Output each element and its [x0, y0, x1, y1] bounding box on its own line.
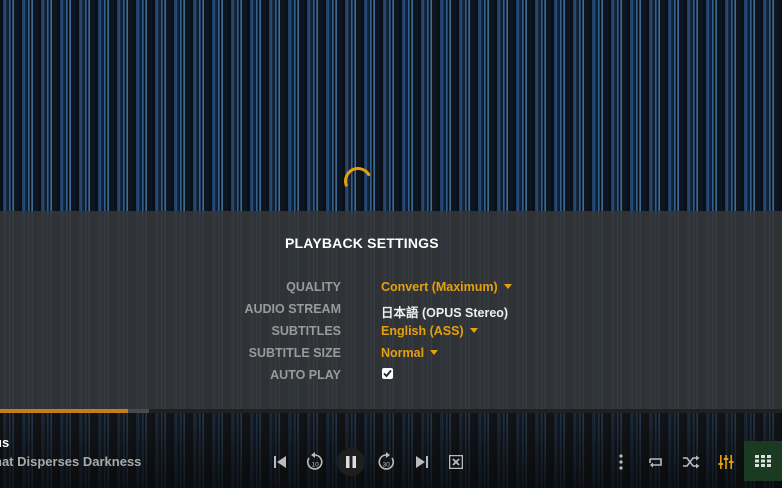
more-vertical-icon — [619, 454, 623, 470]
audio-stream-value[interactable]: 日本語 (OPUS Stereo) — [381, 302, 508, 321]
chevron-down-icon — [430, 350, 439, 355]
forward-30-button[interactable]: 30 — [374, 450, 398, 474]
subtitle-size-label: SUBTITLE SIZE — [248, 346, 341, 360]
replay-10-icon: 10 — [306, 452, 323, 470]
chevron-down-icon — [469, 328, 478, 333]
setting-row-audio-stream: AUDIO STREAM 日本語 (OPUS Stereo) — [0, 302, 782, 322]
checkmark-icon — [383, 369, 392, 378]
grid-view-button[interactable] — [744, 441, 782, 481]
pause-button[interactable] — [337, 448, 365, 476]
pause-icon — [346, 456, 356, 468]
media-subtitle[interactable]: hat Disperses Darkness — [0, 454, 141, 469]
repeat-button[interactable] — [644, 450, 668, 474]
grid-icon — [755, 455, 771, 467]
subtitles-dropdown[interactable]: English (ASS) — [381, 324, 478, 338]
rewind-10-button[interactable]: 10 — [303, 450, 327, 474]
more-options-button[interactable] — [609, 450, 633, 474]
auto-play-label: AUTO PLAY — [270, 368, 341, 382]
shuffle-icon — [683, 455, 700, 469]
auto-play-checkbox[interactable] — [382, 368, 393, 379]
stop-button[interactable] — [444, 450, 468, 474]
skip-previous-icon — [274, 456, 286, 468]
setting-row-auto-play: AUTO PLAY — [0, 368, 782, 388]
media-title[interactable]: us — [0, 435, 9, 450]
equalizer-icon — [718, 455, 734, 469]
audio-stream-label: AUDIO STREAM — [244, 302, 341, 316]
chevron-down-icon — [503, 284, 512, 289]
skip-next-icon — [416, 456, 428, 468]
repeat-icon — [649, 458, 662, 468]
playback-settings-title: PLAYBACK SETTINGS — [285, 235, 439, 251]
subtitles-label: SUBTITLES — [271, 324, 341, 338]
stop-icon — [449, 455, 463, 469]
setting-row-quality: QUALITY Convert (Maximum) — [0, 280, 782, 300]
previous-button[interactable] — [268, 450, 292, 474]
svg-text:30: 30 — [383, 462, 391, 469]
shuffle-button[interactable] — [679, 450, 703, 474]
quality-label: QUALITY — [286, 280, 341, 294]
subtitle-size-dropdown[interactable]: Normal — [381, 346, 439, 360]
svg-text:10: 10 — [312, 462, 320, 469]
next-button[interactable] — [410, 450, 434, 474]
quality-dropdown[interactable]: Convert (Maximum) — [381, 280, 512, 294]
equalizer-button[interactable] — [714, 450, 738, 474]
setting-row-subtitles: SUBTITLES English (ASS) — [0, 324, 782, 344]
forward-30-icon: 30 — [378, 452, 395, 470]
setting-row-subtitle-size: SUBTITLE SIZE Normal — [0, 346, 782, 366]
